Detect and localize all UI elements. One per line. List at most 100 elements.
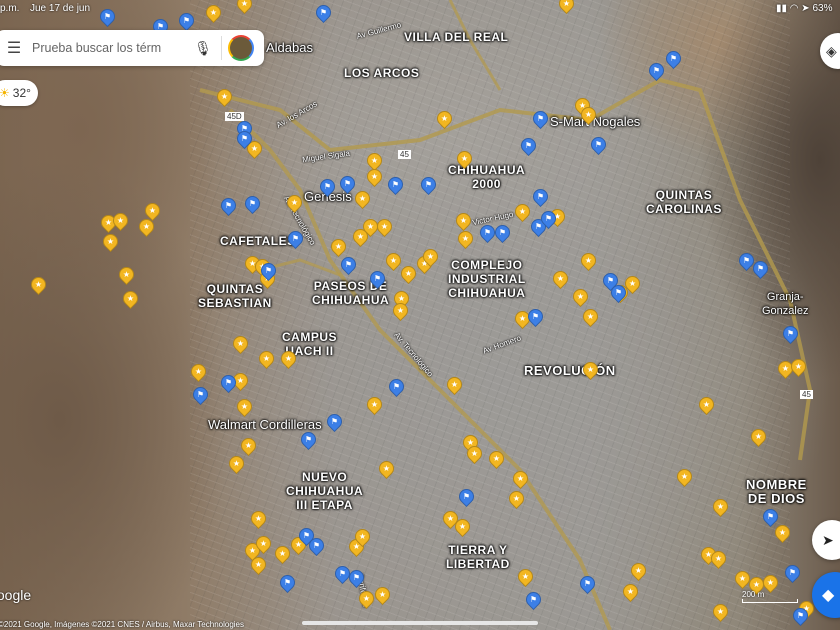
flag-pin-icon-glyph: ⚑ [319,8,328,17]
place-label[interactable]: NOMBRE DE DIOS [746,478,807,506]
star-pin-icon-glyph: ★ [702,400,711,409]
star-pin-icon-glyph: ★ [370,400,379,409]
flag-pin-icon-glyph: ⚑ [529,595,538,604]
highway-shield: 45 [800,390,813,399]
scale-bar: 200 m [742,590,798,603]
star-pin-icon-glyph: ★ [389,256,398,265]
star-pin-icon-glyph: ★ [240,402,249,411]
star-pin-icon-glyph: ★ [586,365,595,374]
flag-pin-icon-glyph: ⚑ [652,66,661,75]
flag-pin-icon-glyph: ⚑ [391,180,400,189]
flag-pin-icon-glyph: ⚑ [606,276,615,285]
star-pin-icon-glyph: ★ [628,279,637,288]
scale-label: 200 m [742,590,765,599]
menu-icon[interactable]: ☰ [0,38,32,58]
star-pin-icon-glyph: ★ [396,306,405,315]
highway-shield: 45D [225,112,244,121]
star-pin-icon-glyph: ★ [106,237,115,246]
star-pin-icon-glyph: ★ [450,380,459,389]
highway-shield: 45 [398,150,411,159]
star-pin-icon-glyph: ★ [781,364,790,373]
flag-pin-icon-glyph: ⚑ [224,201,233,210]
star-pin-icon-glyph: ★ [562,0,571,8]
flag-pin-icon-glyph: ⚑ [302,531,311,540]
place-label[interactable]: CAFETALES [220,234,296,248]
star-pin-icon-glyph: ★ [404,269,413,278]
star-pin-icon-glyph: ★ [284,354,293,363]
star-pin-icon-glyph: ★ [459,216,468,225]
mic-icon[interactable]: 🎙 [191,40,215,57]
home-indicator[interactable] [302,621,538,625]
place-label[interactable]: TIERRA Y LIBERTAD [446,543,510,571]
star-pin-icon-glyph: ★ [236,376,245,385]
place-label[interactable]: REVOLUCIÓN [524,364,616,378]
star-pin-icon-glyph: ★ [358,194,367,203]
signal-icon: ▮▮ ◠ ➤ [776,3,813,14]
star-pin-icon-glyph: ★ [250,144,259,153]
star-pin-icon-glyph: ★ [754,432,763,441]
flag-pin-icon-glyph: ⚑ [352,573,361,582]
star-pin-icon-glyph: ★ [194,367,203,376]
star-pin-icon-glyph: ★ [716,607,725,616]
place-label[interactable]: NUEVO CHIHUAHUA III ETAPA [286,470,363,512]
star-pin-icon-glyph: ★ [584,110,593,119]
flag-pin-icon-glyph: ⚑ [343,179,352,188]
star-pin-icon-glyph: ★ [382,464,391,473]
place-label[interactable]: CHIHUAHUA 2000 [448,163,525,191]
search-input[interactable]: Prueba buscar los térm [32,41,191,55]
flag-pin-icon-glyph: ⚑ [373,274,382,283]
star-pin-icon-glyph: ★ [259,539,268,548]
battery-level: 63% [812,3,833,14]
flag-pin-icon-glyph: ⚑ [788,568,797,577]
star-pin-icon-glyph: ★ [752,580,761,589]
flag-pin-icon-glyph: ⚑ [536,114,545,123]
flag-pin-icon-glyph: ⚑ [248,199,257,208]
attribution[interactable]: ©2021 Google, Imágenes ©2021 CNES / Airb… [0,620,244,629]
star-pin-icon-glyph: ★ [142,222,151,231]
place-label[interactable]: COMPLEJO INDUSTRIAL CHIHUAHUA [448,258,526,300]
star-pin-icon-glyph: ★ [556,274,565,283]
place-label[interactable]: LOS ARCOS [344,66,419,80]
place-label[interactable]: Walmart Cordilleras [208,418,322,432]
flag-pin-icon-glyph: ⚑ [742,256,751,265]
avatar[interactable] [228,35,254,61]
star-pin-icon-glyph: ★ [236,339,245,348]
place-label[interactable]: Granja- Gonzalez [762,290,808,318]
star-pin-icon-glyph: ★ [278,549,287,558]
flag-pin-icon-glyph: ⚑ [424,180,433,189]
status-time: p.m. [0,3,20,14]
place-label[interactable]: QUINTAS SEBASTIAN [198,282,272,310]
star-pin-icon-glyph: ★ [358,532,367,541]
star-pin-icon-glyph: ★ [626,587,635,596]
star-pin-icon-glyph: ★ [716,502,725,511]
flag-pin-icon-glyph: ⚑ [462,492,471,501]
weather-chip[interactable]: ☀ 32° [0,80,38,106]
place-label[interactable]: Aldabas [266,41,313,55]
star-pin-icon-glyph: ★ [370,156,379,165]
star-pin-icon-glyph: ★ [516,474,525,483]
star-pin-icon-glyph: ★ [794,362,803,371]
star-pin-icon-glyph: ★ [492,454,501,463]
search-bar[interactable]: ☰ Prueba buscar los térm 🎙 [0,30,264,66]
star-pin-icon-glyph: ★ [380,222,389,231]
star-pin-icon-glyph: ★ [254,560,263,569]
place-label[interactable]: QUINTAS CAROLINAS [646,188,722,216]
flag-pin-icon-glyph: ⚑ [224,378,233,387]
flag-pin-icon-glyph: ⚑ [498,228,507,237]
satellite-map[interactable]: Aldabas VILLA DEL REAL LOS ARCOS S-Mart … [0,0,840,630]
star-pin-icon-glyph: ★ [458,522,467,531]
flag-pin-icon-glyph: ⚑ [756,264,765,273]
star-pin-icon-glyph: ★ [220,92,229,101]
star-pin-icon-glyph: ★ [232,459,241,468]
star-pin-icon-glyph: ★ [362,594,371,603]
star-pin-icon-glyph: ★ [244,441,253,450]
place-label[interactable]: VILLA DEL REAL [404,30,508,44]
flag-pin-icon-glyph: ⚑ [291,234,300,243]
star-pin-icon-glyph: ★ [334,242,343,251]
star-pin-icon-glyph: ★ [370,172,379,181]
flag-pin-icon-glyph: ⚑ [182,16,191,25]
star-pin-icon-glyph: ★ [356,232,365,241]
flag-pin-icon-glyph: ⚑ [531,312,540,321]
flag-pin-icon-glyph: ⚑ [594,140,603,149]
status-date: Jue 17 de jun [30,3,91,14]
